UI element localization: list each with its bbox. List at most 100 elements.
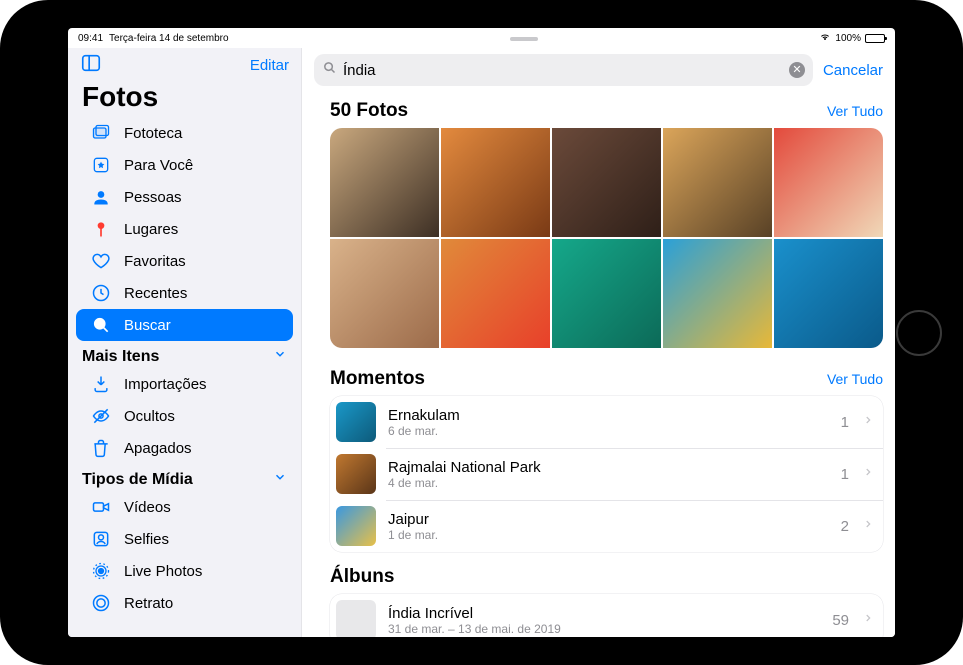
cancel-button[interactable]: Cancelar (823, 62, 883, 79)
screen: 09:41 Terça-feira 14 de setembro 100% E (68, 28, 895, 637)
moment-row[interactable]: Rajmalai National Park 4 de mar. 1 (330, 448, 883, 500)
for-you-icon (90, 155, 112, 175)
places-icon (90, 219, 112, 239)
sidebar-item-label: Vídeos (124, 499, 171, 516)
sidebar-item-favorites[interactable]: Favoritas (76, 245, 293, 277)
album-title: Índia Incrível (388, 605, 820, 622)
video-icon (90, 497, 112, 517)
battery-icon (865, 34, 885, 43)
sidebar-item-label: Favoritas (124, 253, 186, 270)
sidebar-item-library[interactable]: Fototeca (76, 117, 293, 149)
sidebar-item-label: Lugares (124, 221, 178, 238)
sidebar-item-selfies[interactable]: Selfies (76, 523, 293, 555)
moment-thumbnail (336, 506, 376, 546)
sidebar-item-livephotos[interactable]: Live Photos (76, 555, 293, 587)
main-content: ✕ Cancelar 50 Fotos Ver Tudo (302, 48, 895, 637)
status-time: 09:41 (78, 33, 103, 44)
home-button[interactable] (896, 310, 942, 356)
ipad-frame: 09:41 Terça-feira 14 de setembro 100% E (0, 0, 963, 665)
photo-thumbnail[interactable] (663, 128, 772, 237)
sidebar: Editar Fotos Fototeca Para Você Pessoas (68, 48, 302, 637)
moment-row[interactable]: Ernakulam 6 de mar. 1 (330, 396, 883, 448)
photo-thumbnail[interactable] (663, 239, 772, 348)
see-all-moments[interactable]: Ver Tudo (827, 371, 883, 387)
see-all-photos[interactable]: Ver Tudo (827, 103, 883, 119)
sidebar-item-label: Ocultos (124, 408, 175, 425)
sidebar-section-media[interactable]: Tipos de Mídia (68, 464, 301, 491)
photo-thumbnail[interactable] (552, 239, 661, 348)
sidebar-item-foryou[interactable]: Para Você (76, 149, 293, 181)
moment-row[interactable]: Jaipur 1 de mar. 2 (330, 500, 883, 552)
selfie-icon (90, 529, 112, 549)
chevron-right-icon (863, 517, 873, 536)
edit-button[interactable]: Editar (250, 57, 289, 74)
moment-subtitle: 1 de mar. (388, 528, 829, 542)
livephoto-icon (90, 561, 112, 581)
sidebar-item-label: Retrato (124, 595, 173, 612)
album-count: 59 (832, 612, 849, 629)
album-thumbnail (336, 600, 376, 637)
trash-icon (90, 438, 112, 458)
album-row[interactable]: Índia Incrível 31 de mar. – 13 de mai. d… (330, 594, 883, 637)
section-label: Tipos de Mídia (82, 471, 193, 489)
sidebar-item-portrait[interactable]: Retrato (76, 587, 293, 619)
photo-thumbnail[interactable] (441, 128, 550, 237)
portrait-icon (90, 593, 112, 613)
moment-count: 1 (841, 466, 849, 483)
sidebar-item-label: Live Photos (124, 563, 202, 580)
sidebar-toggle-icon[interactable] (80, 52, 102, 79)
moment-subtitle: 4 de mar. (388, 476, 829, 490)
sidebar-item-people[interactable]: Pessoas (76, 181, 293, 213)
albums-header: Álbuns (330, 552, 883, 594)
sidebar-title: Fotos (68, 81, 301, 117)
clear-search-icon[interactable]: ✕ (789, 62, 805, 78)
photo-thumbnail[interactable] (441, 239, 550, 348)
moments-list: Ernakulam 6 de mar. 1 Rajmalai National … (330, 396, 883, 552)
sidebar-item-places[interactable]: Lugares (76, 213, 293, 245)
moment-title: Rajmalai National Park (388, 459, 829, 476)
wifi-icon (819, 33, 831, 44)
sidebar-item-search[interactable]: Buscar (76, 309, 293, 341)
multitask-handle[interactable] (510, 37, 538, 41)
moment-count: 2 (841, 518, 849, 535)
photo-thumbnail[interactable] (774, 128, 883, 237)
chevron-right-icon (863, 413, 873, 432)
sidebar-item-label: Selfies (124, 531, 169, 548)
search-icon (90, 315, 112, 335)
moment-title: Ernakulam (388, 407, 829, 424)
moment-count: 1 (841, 414, 849, 431)
sidebar-item-label: Pessoas (124, 189, 182, 206)
sidebar-section-more[interactable]: Mais Itens (68, 341, 301, 368)
albums-list: Índia Incrível 31 de mar. – 13 de mai. d… (330, 594, 883, 637)
photo-thumbnail[interactable] (330, 128, 439, 237)
sidebar-item-imports[interactable]: Importações (76, 368, 293, 400)
people-icon (90, 187, 112, 207)
search-field[interactable]: ✕ (314, 54, 813, 86)
moment-thumbnail (336, 402, 376, 442)
chevron-down-icon (273, 470, 287, 489)
sidebar-item-label: Apagados (124, 440, 192, 457)
heart-icon (90, 251, 112, 271)
search-input[interactable] (343, 62, 783, 79)
sidebar-item-recents[interactable]: Recentes (76, 277, 293, 309)
photo-thumbnail[interactable] (330, 239, 439, 348)
sidebar-item-hidden[interactable]: Ocultos (76, 400, 293, 432)
sidebar-item-deleted[interactable]: Apagados (76, 432, 293, 464)
import-icon (90, 374, 112, 394)
photo-thumbnail[interactable] (774, 239, 883, 348)
sidebar-item-videos[interactable]: Vídeos (76, 491, 293, 523)
hidden-icon (90, 406, 112, 426)
sidebar-item-label: Recentes (124, 285, 187, 302)
clock-icon (90, 283, 112, 303)
photo-thumbnail[interactable] (552, 128, 661, 237)
moment-subtitle: 6 de mar. (388, 424, 829, 438)
sidebar-item-label: Para Você (124, 157, 193, 174)
sidebar-item-label: Buscar (124, 317, 171, 334)
moment-thumbnail (336, 454, 376, 494)
photo-grid (330, 128, 883, 348)
photo-library-icon (90, 123, 112, 143)
battery-percent: 100% (835, 33, 861, 44)
search-icon (322, 60, 337, 80)
moments-header: Momentos (330, 368, 425, 390)
sidebar-item-label: Fototeca (124, 125, 182, 142)
